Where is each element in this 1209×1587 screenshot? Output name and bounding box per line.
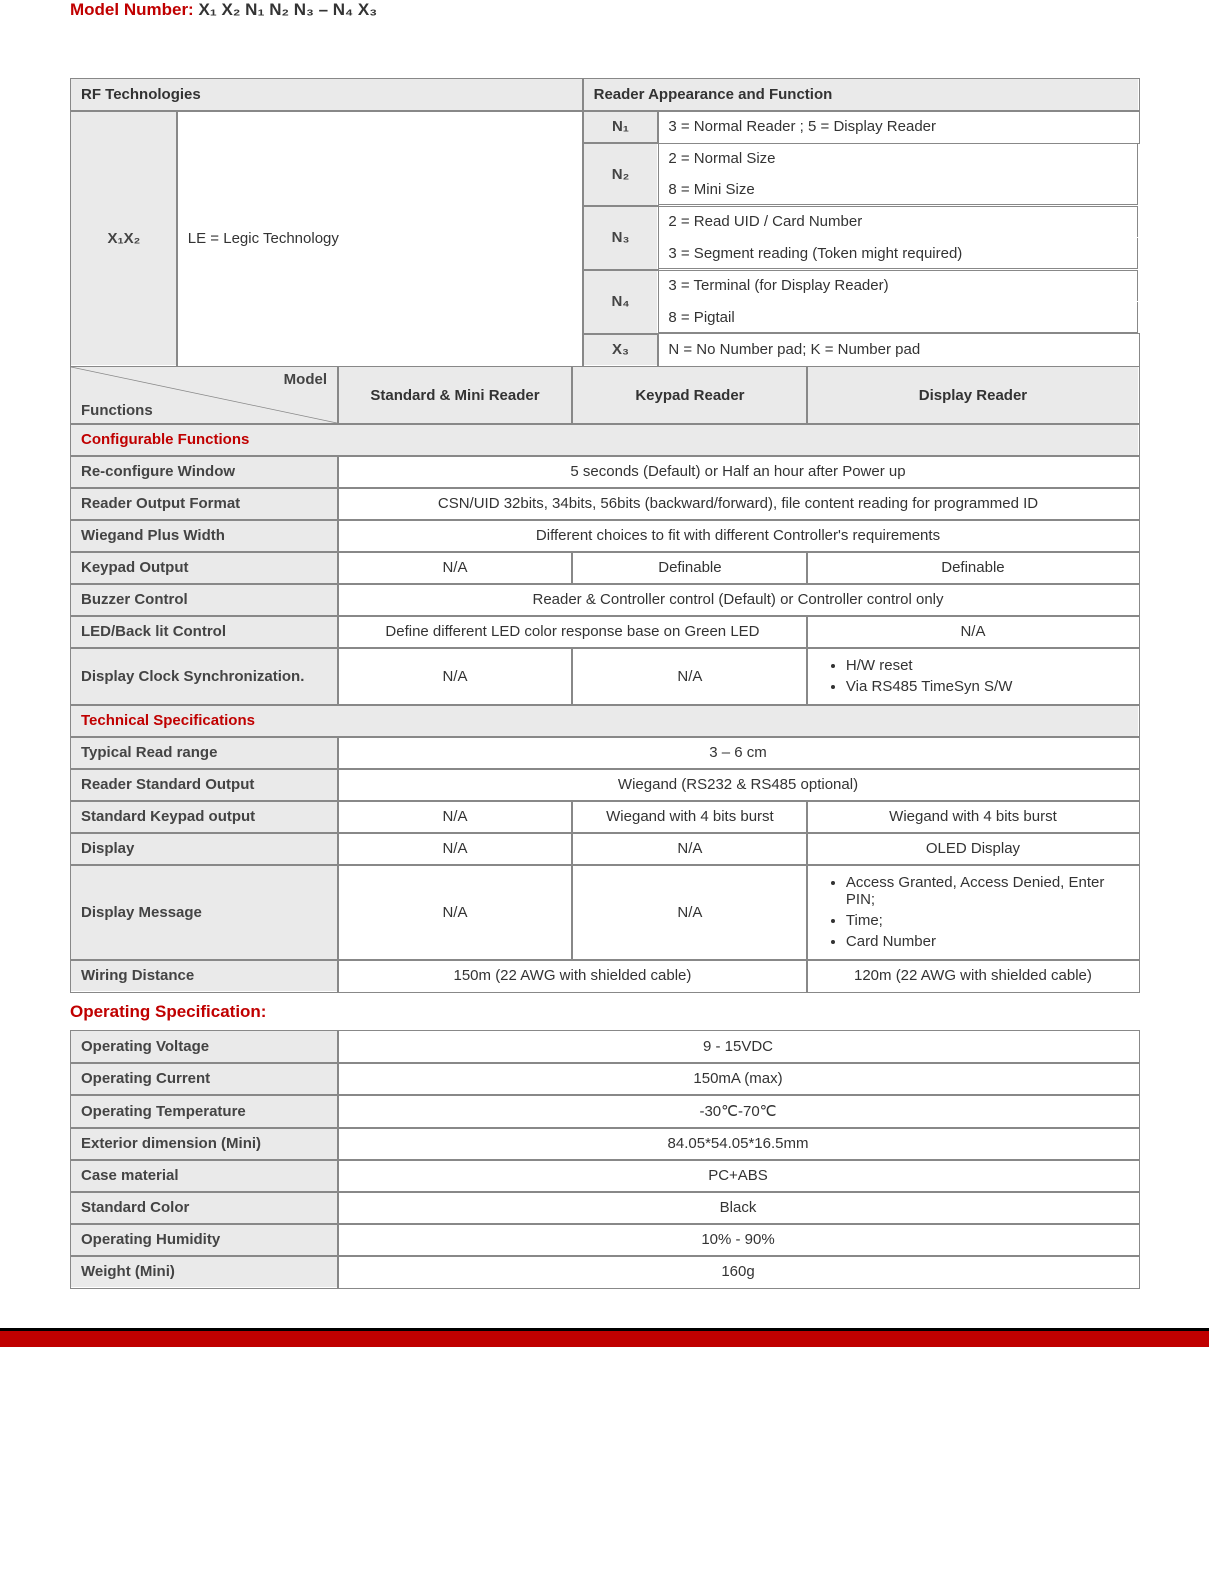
n2-value-1: 2 = Normal Size — [658, 143, 1139, 175]
row-label: LED/Back lit Control — [71, 616, 338, 648]
n1-label: N₁ — [583, 111, 658, 143]
row-label: Operating Current — [71, 1063, 338, 1095]
row-value: N/A — [572, 865, 807, 960]
diag-header: Model Functions — [71, 367, 338, 424]
row-value: N/A — [572, 648, 807, 705]
row-value: N/A — [572, 833, 807, 865]
row-label: Typical Read range — [71, 737, 338, 769]
row-value: Definable — [807, 552, 1138, 584]
reader-appearance-header: Reader Appearance and Function — [583, 79, 1138, 111]
footer-bar — [0, 1328, 1209, 1347]
row-value: N/A — [338, 833, 573, 865]
row-label: Operating Temperature — [71, 1095, 338, 1128]
row-value: Black — [338, 1192, 1139, 1224]
row-label: Operating Voltage — [71, 1031, 338, 1063]
n1-value: 3 = Normal Reader ; 5 = Display Reader — [658, 111, 1139, 143]
list-item: H/W reset — [846, 655, 1128, 676]
list-item: Access Granted, Access Denied, Enter PIN… — [846, 872, 1128, 910]
row-value: CSN/UID 32bits, 34bits, 56bits (backward… — [338, 488, 1139, 520]
x1x2-value: LE = Legic Technology — [177, 111, 583, 366]
page-title: Model Number: X₁ X₂ N₁ N₂ N₃ – N₄ X₃ — [70, 0, 1139, 20]
n3-value-2: 3 = Segment reading (Token might require… — [658, 238, 1139, 270]
diag-functions: Functions — [81, 402, 153, 419]
row-value: Definable — [572, 552, 807, 584]
row-value: -30℃-70℃ — [338, 1095, 1139, 1128]
rf-tech-header: RF Technologies — [71, 79, 584, 111]
list-item: Card Number — [846, 931, 1128, 952]
row-label: Wiegand Plus Width — [71, 520, 338, 552]
configurable-section: Configurable Functions — [71, 424, 1139, 456]
row-value: 160g — [338, 1256, 1139, 1288]
row-value: Wiegand with 4 bits burst — [807, 801, 1138, 833]
n2-label: N₂ — [583, 143, 658, 206]
row-value: Reader & Controller control (Default) or… — [338, 584, 1139, 616]
row-value: 150mA (max) — [338, 1063, 1139, 1095]
row-label: Display — [71, 833, 338, 865]
x3-label: X₃ — [583, 334, 658, 366]
row-label: Case material — [71, 1160, 338, 1192]
row-value: Define different LED color response base… — [338, 616, 808, 648]
row-label: Standard Color — [71, 1192, 338, 1224]
operating-spec-table: Operating Voltage9 - 15VDCOperating Curr… — [70, 1030, 1139, 1288]
row-value: 10% - 90% — [338, 1224, 1139, 1256]
row-value: N/A — [338, 865, 573, 960]
row-label: Exterior dimension (Mini) — [71, 1128, 338, 1160]
list-item: Time; — [846, 910, 1128, 931]
row-label: Weight (Mini) — [71, 1256, 338, 1288]
row-label: Wiring Distance — [71, 960, 338, 992]
row-value: PC+ABS — [338, 1160, 1139, 1192]
n4-label: N₄ — [583, 270, 658, 334]
row-label: Reader Standard Output — [71, 769, 338, 801]
n3-value-1: 2 = Read UID / Card Number — [658, 206, 1139, 238]
row-value: 120m (22 AWG with shielded cable) — [807, 960, 1138, 992]
title-prefix: Model Number: — [70, 0, 198, 19]
col-standard: Standard & Mini Reader — [338, 367, 573, 424]
row-value: H/W reset Via RS485 TimeSyn S/W — [807, 648, 1138, 705]
tech-section: Technical Specifications — [71, 705, 1139, 737]
operating-spec-title: Operating Specification: — [70, 1002, 1139, 1022]
row-label: Display Message — [71, 865, 338, 960]
row-value: Different choices to fit with different … — [338, 520, 1139, 552]
row-label: Re-configure Window — [71, 456, 338, 488]
row-value: 3 – 6 cm — [338, 737, 1139, 769]
row-value: N/A — [807, 616, 1138, 648]
diag-model: Model — [284, 371, 327, 388]
row-value: 150m (22 AWG with shielded cable) — [338, 960, 808, 992]
col-keypad: Keypad Reader — [572, 367, 807, 424]
row-value: OLED Display — [807, 833, 1138, 865]
row-value: N/A — [338, 552, 573, 584]
row-value: N/A — [338, 648, 573, 705]
row-value: N/A — [338, 801, 573, 833]
functions-table: Model Functions Standard & Mini Reader K… — [70, 366, 1139, 992]
row-label: Operating Humidity — [71, 1224, 338, 1256]
row-label: Reader Output Format — [71, 488, 338, 520]
row-label: Standard Keypad output — [71, 801, 338, 833]
n4-value-1: 3 = Terminal (for Display Reader) — [658, 270, 1139, 302]
n3-label: N₃ — [583, 206, 658, 270]
x1x2-label: X₁X₂ — [71, 111, 178, 366]
n2-value-2: 8 = Mini Size — [658, 174, 1139, 206]
row-value: Wiegand with 4 bits burst — [572, 801, 807, 833]
row-label: Keypad Output — [71, 552, 338, 584]
row-label: Display Clock Synchronization. — [71, 648, 338, 705]
n4-value-2: 8 = Pigtail — [658, 302, 1139, 334]
model-number-table: RF Technologies Reader Appearance and Fu… — [70, 78, 1139, 366]
row-value: 5 seconds (Default) or Half an hour afte… — [338, 456, 1139, 488]
col-display: Display Reader — [807, 367, 1138, 424]
row-value: Wiegand (RS232 & RS485 optional) — [338, 769, 1139, 801]
row-value: Access Granted, Access Denied, Enter PIN… — [807, 865, 1138, 960]
title-model: X₁ X₂ N₁ N₂ N₃ – N₄ X₃ — [198, 0, 377, 19]
row-value: 9 - 15VDC — [338, 1031, 1139, 1063]
row-value: 84.05*54.05*16.5mm — [338, 1128, 1139, 1160]
x3-value: N = No Number pad; K = Number pad — [658, 334, 1139, 366]
row-label: Buzzer Control — [71, 584, 338, 616]
list-item: Via RS485 TimeSyn S/W — [846, 676, 1128, 697]
